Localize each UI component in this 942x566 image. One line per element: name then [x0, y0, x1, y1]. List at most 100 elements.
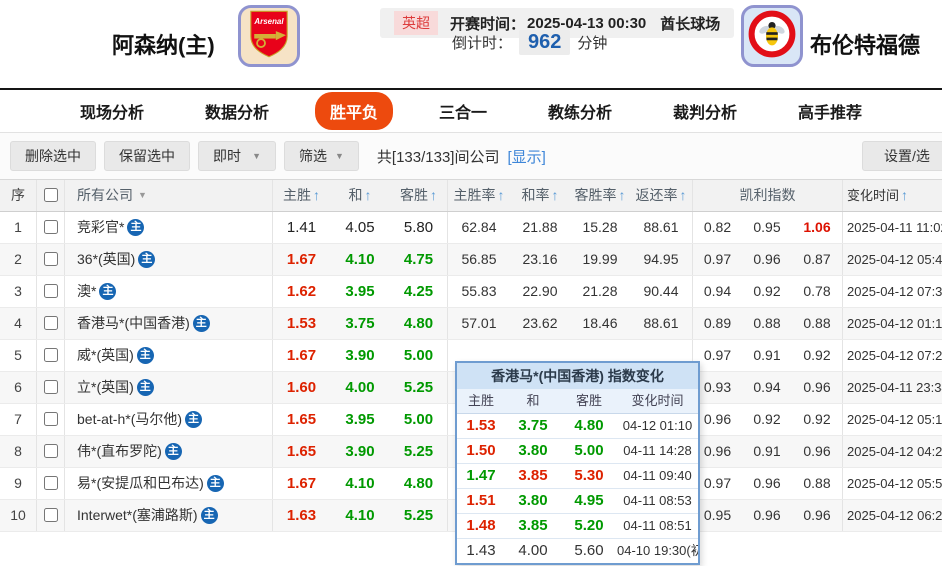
- header-kelly: 凯利指数: [692, 180, 842, 211]
- popup-history-row: 1.48 3.85 5.20 04-11 08:51: [457, 514, 698, 539]
- kelly-home: 0.93: [703, 379, 732, 395]
- home-odds: 1.63: [286, 507, 317, 524]
- header-away-odds[interactable]: 客胜 ↑: [390, 180, 447, 211]
- company-name[interactable]: 竞彩官*: [77, 212, 124, 243]
- header-return-rate[interactable]: 返还率 ↑: [630, 180, 692, 211]
- away-rate: 18.46: [582, 315, 618, 331]
- teams-header: 阿森纳(主) Arsenal 倒计时： 962 分钟 布伦特福德: [0, 0, 942, 88]
- analysis-tab[interactable]: 现场分析: [65, 92, 159, 130]
- header-draw-odds[interactable]: 和 ↑: [330, 180, 390, 211]
- kelly-draw: 0.91: [753, 443, 781, 459]
- away-odds: 5.00: [403, 411, 434, 428]
- main-company-badge-icon: 主: [200, 507, 218, 524]
- main-company-badge-icon: 主: [136, 347, 154, 364]
- home-odds: 1.67: [286, 347, 317, 364]
- away-odds: 5.25: [403, 443, 434, 460]
- company-name[interactable]: 易*(安提瓜和巴布达): [77, 468, 204, 499]
- table-row: 2 36*(英国) 主 1.67 4.10 4.75 56.85 23.16 1…: [0, 244, 942, 276]
- kelly-draw: 0.91: [753, 347, 781, 363]
- keep-selected-button[interactable]: 保留选中: [104, 141, 190, 171]
- away-rate: 15.28: [582, 219, 618, 235]
- draw-rate: 23.62: [522, 315, 558, 331]
- row-checkbox[interactable]: [43, 508, 58, 522]
- header-change-time[interactable]: 变化时间 ↑: [842, 180, 942, 211]
- popup-away-odds: 5.60: [574, 542, 604, 559]
- popup-away-odds: 4.80: [574, 417, 604, 434]
- header-company[interactable]: 所有公司 ▼: [64, 180, 272, 211]
- analysis-tab[interactable]: 教练分析: [533, 92, 627, 130]
- home-odds: 1.41: [286, 219, 317, 236]
- sort-up-icon: ↑: [618, 187, 626, 203]
- popup-draw-odds: 3.80: [518, 442, 548, 459]
- odds-mode-dropdown[interactable]: 即时 ▼: [198, 141, 276, 171]
- company-name[interactable]: 威*(英国): [77, 340, 134, 371]
- analysis-tabs: 现场分析 数据分析 胜平负 三合一 教练分析 裁判分析 高手推荐: [0, 88, 942, 133]
- return-rate: 88.61: [643, 219, 679, 235]
- popup-home-odds: 1.47: [466, 467, 496, 484]
- row-checkbox-cell: [36, 244, 64, 275]
- kelly-home: 0.89: [703, 315, 732, 331]
- row-checkbox[interactable]: [43, 348, 58, 362]
- company-name[interactable]: bet-at-h*(马尔他): [77, 404, 182, 435]
- company-name[interactable]: 澳*: [77, 276, 96, 307]
- kelly-away: 0.96: [803, 379, 831, 395]
- kelly-draw: 0.96: [753, 507, 781, 523]
- header-home-odds[interactable]: 主胜 ↑: [272, 180, 330, 211]
- brentford-crest-icon: [748, 10, 796, 63]
- sort-up-icon: ↑: [430, 187, 437, 203]
- row-checkbox[interactable]: [43, 252, 58, 266]
- company-name[interactable]: 立*(英国): [77, 372, 134, 403]
- kelly-away: 0.78: [803, 283, 831, 299]
- filter-dropdown[interactable]: 筛选 ▼: [284, 141, 359, 171]
- row-checkbox[interactable]: [43, 316, 58, 330]
- row-checkbox[interactable]: [43, 220, 58, 234]
- kelly-draw: 0.95: [753, 219, 781, 235]
- home-rate: 55.83: [461, 283, 497, 299]
- row-checkbox[interactable]: [43, 412, 58, 426]
- row-checkbox[interactable]: [43, 476, 58, 490]
- header-home-rate[interactable]: 主胜率 ↑: [447, 180, 510, 211]
- company-cell: 伟*(直布罗陀) 主: [64, 436, 272, 467]
- company-cell: Interwet*(塞浦路斯) 主: [64, 500, 272, 531]
- company-name[interactable]: 伟*(直布罗陀): [77, 436, 162, 467]
- row-checkbox[interactable]: [43, 444, 58, 458]
- show-link[interactable]: [显示]: [507, 146, 545, 167]
- popup-history-row: 1.51 3.80 4.95 04-11 08:53: [457, 489, 698, 514]
- home-odds: 1.65: [286, 443, 317, 460]
- company-name[interactable]: 香港马*(中国香港): [77, 308, 190, 339]
- change-time: 2025-04-12 07:24: [842, 340, 942, 371]
- company-name[interactable]: 36*(英国): [77, 244, 135, 275]
- delete-selected-button[interactable]: 删除选中: [10, 141, 96, 171]
- analysis-tab[interactable]: 数据分析: [190, 92, 284, 130]
- away-odds: 4.80: [403, 315, 434, 332]
- change-time: 2025-04-12 05:12: [842, 404, 942, 435]
- analysis-tab[interactable]: 三合一: [424, 92, 502, 130]
- analysis-tab[interactable]: 高手推荐: [783, 92, 877, 130]
- row-checkbox-cell: [36, 436, 64, 467]
- home-rate: 62.84: [461, 219, 497, 235]
- row-seq: 1: [14, 219, 22, 235]
- header-away-rate[interactable]: 客胜率 ↑: [570, 180, 630, 211]
- select-all-checkbox[interactable]: [43, 188, 58, 202]
- kelly-away: 0.88: [803, 315, 831, 331]
- company-cell: 36*(英国) 主: [64, 244, 272, 275]
- table-row: 3 澳* 主 1.62 3.95 4.25 55.83 22.90 21.28 …: [0, 276, 942, 308]
- row-checkbox[interactable]: [43, 380, 58, 394]
- kelly-home: 0.95: [703, 507, 732, 523]
- row-checkbox[interactable]: [43, 284, 58, 298]
- popup-history-list: 1.53 3.75 4.80 04-12 01:10 1.50 3.80 5.0…: [457, 414, 698, 563]
- popup-home-odds: 1.51: [466, 492, 496, 509]
- popup-away-odds: 5.20: [574, 517, 604, 534]
- analysis-tab[interactable]: 胜平负: [314, 92, 393, 130]
- company-count: 共[133/133]间公司: [376, 148, 500, 166]
- row-checkbox-cell: [36, 372, 64, 403]
- analysis-tab[interactable]: 裁判分析: [658, 92, 752, 130]
- table-row: 4 香港马*(中国香港) 主 1.53 3.75 4.80 57.01 23.6…: [0, 308, 942, 340]
- row-seq: 5: [14, 347, 22, 363]
- row-seq: 4: [14, 315, 22, 331]
- home-odds: 1.67: [286, 475, 317, 492]
- company-name[interactable]: Interwet*(塞浦路斯): [77, 500, 198, 531]
- main-company-badge-icon: 主: [136, 379, 154, 396]
- settings-button[interactable]: 设置/选: [862, 141, 942, 171]
- header-draw-rate[interactable]: 和率 ↑: [510, 180, 570, 211]
